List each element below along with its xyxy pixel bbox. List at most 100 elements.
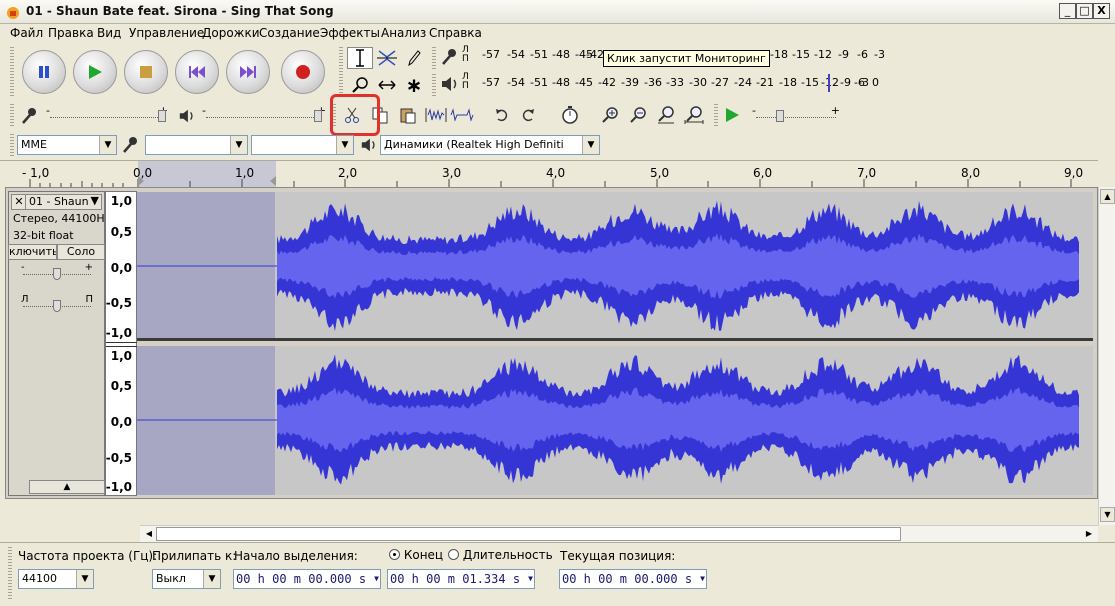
playback-meter[interactable]: -57 -54 -51 -48 -45 -42 -39 -36 -33 -30 …	[472, 76, 880, 96]
output-volume-slider[interactable]: - +	[202, 104, 326, 124]
trim-icon	[425, 108, 447, 122]
output-volume-thumb[interactable]	[314, 110, 322, 122]
snap-to-select[interactable]: Выкл ▼	[152, 569, 221, 589]
pan-thumb[interactable]	[53, 300, 61, 312]
play-tick: -54	[507, 76, 525, 89]
input-device-icon	[121, 135, 141, 158]
rec-tick: -57	[482, 48, 500, 61]
audio-position-field[interactable]: 00 h 00 m 00.000 s ▼	[559, 569, 707, 589]
tools-grip[interactable]	[339, 47, 343, 97]
sync-lock-button[interactable]	[558, 104, 582, 126]
gain-plus: +	[84, 262, 93, 273]
horizontal-scrollbar[interactable]: ◀ ▶	[140, 525, 1098, 542]
play-at-speed-button[interactable]	[720, 104, 744, 126]
collapse-track-button[interactable]: ▲	[29, 480, 105, 494]
meter-grip[interactable]	[432, 47, 436, 71]
menu-tracks[interactable]: Дорожки	[202, 26, 260, 40]
play-tick: -51	[530, 76, 548, 89]
input-device-select[interactable]: ▼	[145, 135, 248, 155]
input-volume-thumb[interactable]	[158, 110, 166, 122]
maximize-button[interactable]: □	[1076, 3, 1093, 19]
horizontal-scroll-thumb[interactable]	[156, 527, 901, 541]
length-radio[interactable]: Длительность	[448, 548, 553, 562]
pan-slider[interactable]: Л П	[21, 294, 93, 314]
close-track-icon[interactable]: ✕	[13, 195, 26, 209]
fit-selection-button[interactable]	[654, 104, 678, 126]
mixer-grip[interactable]	[10, 104, 14, 128]
undo-button[interactable]	[490, 104, 514, 126]
menu-file[interactable]: Файл	[10, 26, 43, 40]
scroll-down-icon[interactable]: ▼	[1100, 507, 1115, 522]
menu-generate[interactable]: Создание	[259, 26, 320, 40]
gain-slider[interactable]: - +	[21, 262, 93, 282]
playback-speed-slider[interactable]: - +	[752, 104, 840, 124]
menu-view[interactable]: Вид	[97, 26, 121, 40]
zoom-tool[interactable]	[347, 74, 373, 96]
host-select[interactable]: MME ▼	[17, 135, 117, 155]
minimize-button[interactable]: _	[1059, 3, 1076, 19]
selection-start-field[interactable]: 00 h 00 m 00.000 s ▼	[233, 569, 381, 589]
stop-button[interactable]	[124, 50, 168, 94]
selection-tool[interactable]	[347, 47, 373, 69]
play-speed-grip[interactable]	[714, 104, 718, 128]
end-radio[interactable]: Конец	[389, 548, 443, 562]
selection-end-field[interactable]: 00 h 00 m 01.334 s ▼	[387, 569, 535, 589]
close-button[interactable]: X	[1093, 3, 1110, 19]
waveform-right-channel[interactable]	[137, 346, 1093, 495]
host-select-value: MME	[21, 138, 47, 151]
device-grip[interactable]	[10, 134, 14, 156]
waveform-left-channel[interactable]	[137, 192, 1093, 341]
play-button[interactable]	[73, 50, 117, 94]
redo-button[interactable]	[516, 104, 540, 126]
menu-transport[interactable]: Управление	[129, 26, 204, 40]
track-bitdepth: 32-bit float	[13, 229, 74, 242]
draw-tool[interactable]	[401, 47, 427, 69]
scroll-up-icon[interactable]: ▲	[1100, 189, 1115, 204]
record-icon	[296, 65, 310, 79]
timeline-ruler[interactable]: - 1,0 0,0 1,0 2,0 3,0 4,0 5,0 6,0 7,0 8,…	[0, 160, 1098, 188]
play-tick: -18	[779, 76, 797, 89]
mic-meter-icon[interactable]	[440, 47, 460, 70]
scale-label: 1,0	[110, 349, 132, 363]
pause-button[interactable]	[22, 50, 66, 94]
play-icon	[726, 108, 739, 122]
menu-edit[interactable]: Правка	[48, 26, 94, 40]
solo-button[interactable]: Соло	[57, 244, 105, 260]
toolbar-grip[interactable]	[10, 47, 14, 97]
input-volume-slider[interactable]: - +	[46, 104, 168, 124]
play-meter-grip[interactable]	[432, 74, 436, 98]
input-channels-select[interactable]: ▼	[251, 135, 354, 155]
skip-end-button[interactable]	[226, 50, 270, 94]
envelope-tool[interactable]	[374, 47, 400, 69]
cut-button-highlight	[330, 94, 380, 136]
selection-grip[interactable]	[8, 547, 12, 599]
timeshift-tool[interactable]	[374, 74, 400, 96]
fit-project-button[interactable]	[682, 104, 706, 126]
speed-thumb[interactable]	[776, 110, 784, 122]
vertical-scrollbar[interactable]: ▲ ▼	[1098, 187, 1115, 525]
menu-effects[interactable]: Эффекты	[320, 26, 380, 40]
scroll-left-icon[interactable]: ◀	[142, 527, 156, 541]
multi-tool[interactable]: ∗	[401, 73, 427, 97]
track-title-bar[interactable]: ✕ 01 - Shaun ▼	[11, 194, 102, 210]
speaker-meter-icon[interactable]	[440, 74, 460, 97]
record-button[interactable]	[281, 50, 325, 94]
output-device-select[interactable]: Динамики (Realtek High Definiti ▼	[380, 135, 600, 155]
paste-button[interactable]	[396, 104, 420, 126]
menu-analyze[interactable]: Анализ	[381, 26, 426, 40]
zoom-out-button[interactable]	[626, 104, 650, 126]
zoom-in-button[interactable]	[598, 104, 622, 126]
undo-icon	[496, 109, 508, 122]
track-menu-chevron-icon[interactable]: ▼	[91, 194, 99, 207]
gain-thumb[interactable]	[53, 268, 61, 280]
amplitude-scale[interactable]: 1,0 0,5 0,0 -0,5 -1,0 1,0 0,5 0,0 -0,5 -…	[105, 191, 137, 496]
trim-button[interactable]	[424, 104, 448, 126]
zoom-out-icon	[630, 107, 646, 123]
mute-button[interactable]: ключить звук	[8, 244, 57, 260]
menu-help[interactable]: Справка	[429, 26, 482, 40]
silence-button[interactable]	[450, 104, 474, 126]
project-rate-select[interactable]: 44100 ▼	[18, 569, 94, 589]
play-tick: 0	[872, 76, 879, 89]
skip-start-button[interactable]	[175, 50, 219, 94]
scroll-right-icon[interactable]: ▶	[1082, 527, 1096, 541]
